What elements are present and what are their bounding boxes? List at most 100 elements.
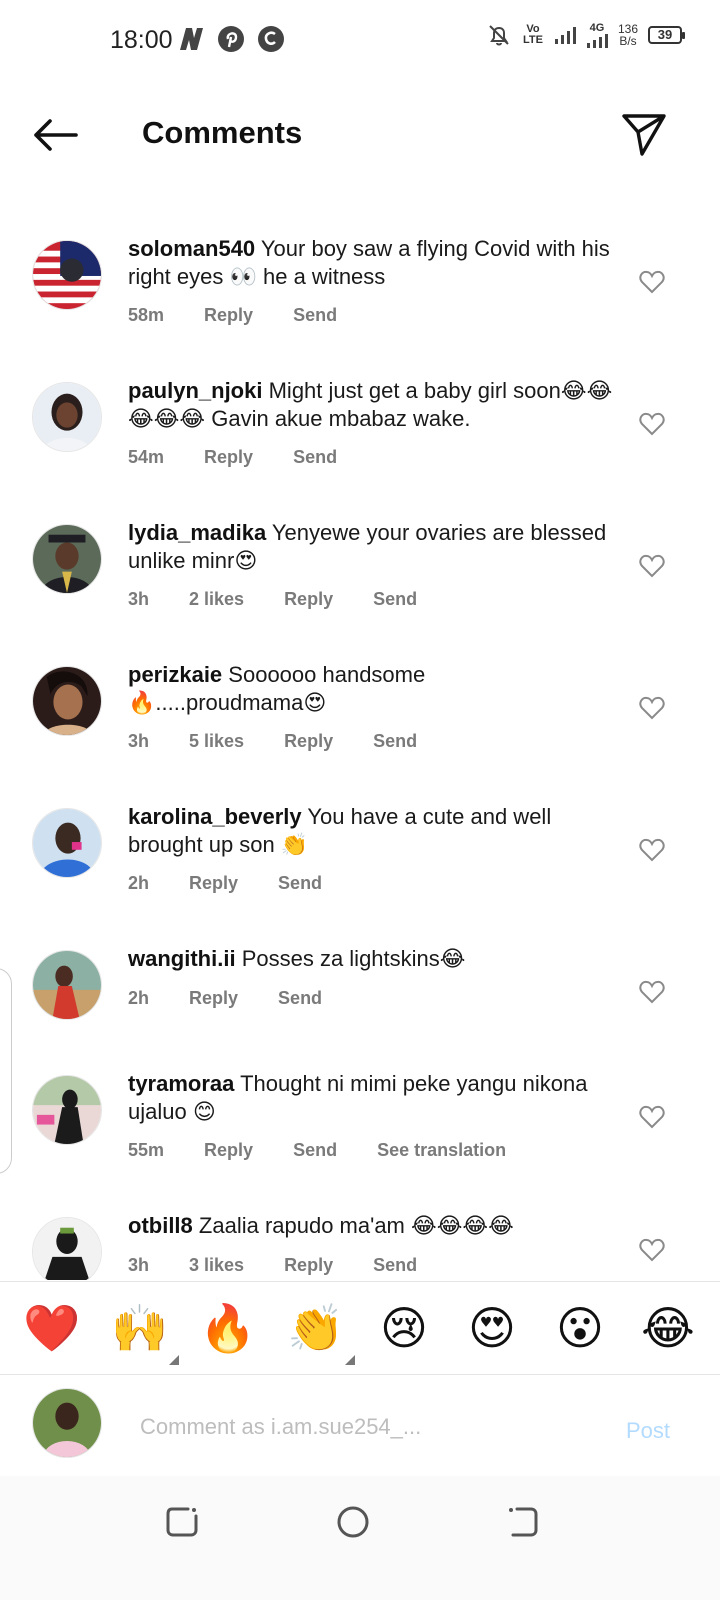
- reaction-heart-eyes[interactable]: 😍: [463, 1299, 521, 1357]
- reply-button[interactable]: Reply: [284, 589, 333, 610]
- avatar-image: [33, 1218, 101, 1280]
- signal-icon: [554, 27, 576, 44]
- avatar[interactable]: [32, 808, 102, 878]
- send-button[interactable]: Send: [293, 1140, 337, 1161]
- avatar[interactable]: [32, 1217, 102, 1280]
- direct-message-button[interactable]: [620, 110, 668, 158]
- likes-count[interactable]: 5 likes: [189, 731, 244, 752]
- system-nav-bar: [0, 1476, 720, 1600]
- comments-list[interactable]: soloman540 Your boy saw a flying Covid w…: [0, 225, 720, 1280]
- avatar[interactable]: [32, 524, 102, 594]
- reply-button[interactable]: Reply: [204, 447, 253, 468]
- like-button[interactable]: [639, 838, 665, 862]
- network-speed: 136 B/s: [618, 23, 638, 47]
- send-button[interactable]: Send: [293, 447, 337, 468]
- signal-4g-label: 4G: [589, 21, 605, 34]
- home-button[interactable]: [333, 1502, 373, 1542]
- reaction-raising-hands[interactable]: 🙌: [111, 1299, 179, 1365]
- heart-outline-icon: [639, 270, 665, 294]
- comment-username[interactable]: paulyn_njoki: [128, 378, 262, 403]
- reaction-surprised[interactable]: 😮: [551, 1299, 609, 1357]
- send-button[interactable]: Send: [293, 305, 337, 326]
- comment-username[interactable]: perizkaie: [128, 662, 222, 687]
- avatar[interactable]: [32, 666, 102, 736]
- pinterest-icon: [218, 26, 244, 52]
- header: Comments: [0, 95, 720, 175]
- likes-count[interactable]: 3 likes: [189, 1255, 244, 1276]
- send-button[interactable]: Send: [278, 873, 322, 894]
- like-button[interactable]: [639, 980, 665, 1004]
- c-app-icon: [258, 26, 284, 52]
- heart-eyes-emoji-icon: 😍: [468, 1301, 516, 1355]
- like-button[interactable]: [639, 412, 665, 436]
- reaction-heart[interactable]: ❤️: [23, 1299, 81, 1357]
- comment-input[interactable]: [140, 1410, 580, 1444]
- reply-button[interactable]: Reply: [189, 988, 238, 1009]
- comment-meta: 2h Reply Send: [128, 988, 362, 1009]
- avatar[interactable]: [32, 1075, 102, 1145]
- comment-meta: 2h Reply Send: [128, 873, 362, 894]
- comment-username[interactable]: karolina_beverly: [128, 804, 302, 829]
- comment-meta: 3h 3 likes Reply Send: [128, 1255, 457, 1276]
- comment-time: 3h: [128, 1255, 150, 1275]
- see-translation-button[interactable]: See translation: [377, 1140, 506, 1161]
- comment-time: 3h: [128, 589, 150, 609]
- comment-text: lydia_madika Yenyewe your ovaries are bl…: [128, 519, 618, 575]
- reaction-crying[interactable]: 😢: [375, 1299, 433, 1357]
- signal-4g-icon: [586, 33, 608, 48]
- like-button[interactable]: [639, 1105, 665, 1129]
- comment-text: perizkaie Soooooo handsome 🔥.....proudma…: [128, 661, 468, 717]
- comment-text: wangithi.ii Posses za lightskins😂: [128, 945, 618, 973]
- back-button[interactable]: [30, 115, 80, 155]
- avatar-image: [33, 1076, 101, 1144]
- status-bar: 18:00 Vo LTE 4G 136 B/s 39: [0, 0, 720, 80]
- quick-reactions-bar: ❤️ 🙌 🔥 👏 😢 😍 😮 😂: [0, 1281, 720, 1375]
- comment-content: Posses za lightskins😂: [241, 946, 466, 971]
- status-indicators: Vo LTE 4G 136 B/s 39: [486, 21, 685, 48]
- back-nav-button[interactable]: [503, 1502, 543, 1542]
- arrow-left-icon: [34, 119, 78, 151]
- comment-username[interactable]: wangithi.ii: [128, 946, 236, 971]
- speed-unit: B/s: [619, 34, 637, 48]
- avatar[interactable]: [32, 240, 102, 310]
- likes-count[interactable]: 2 likes: [189, 589, 244, 610]
- send-button[interactable]: Send: [373, 589, 417, 610]
- comment-item: lydia_madika Yenyewe your ovaries are bl…: [0, 519, 720, 659]
- send-button[interactable]: Send: [373, 1255, 417, 1276]
- like-button[interactable]: [639, 554, 665, 578]
- like-button[interactable]: [639, 696, 665, 720]
- reply-button[interactable]: Reply: [189, 873, 238, 894]
- page-title: Comments: [142, 115, 303, 150]
- comment-item: perizkaie Soooooo handsome 🔥.....proudma…: [0, 661, 720, 801]
- comment-username[interactable]: tyramoraa: [128, 1071, 234, 1096]
- post-button[interactable]: Post: [626, 1418, 670, 1444]
- send-button[interactable]: Send: [373, 731, 417, 752]
- raising-hands-emoji-icon: 🙌: [111, 1301, 169, 1355]
- recents-button[interactable]: [162, 1502, 202, 1542]
- avatar-image: [33, 809, 101, 877]
- paper-plane-icon: [622, 114, 666, 156]
- send-button[interactable]: Send: [278, 988, 322, 1009]
- avatar[interactable]: [32, 382, 102, 452]
- comment-text: otbill8 Zaalia rapudo ma'am 😂😂😂😂: [128, 1212, 618, 1240]
- reply-button[interactable]: Reply: [204, 305, 253, 326]
- comment-username[interactable]: lydia_madika: [128, 520, 266, 545]
- avatar[interactable]: [32, 950, 102, 1020]
- reaction-laughing[interactable]: 😂: [639, 1299, 697, 1357]
- heart-outline-icon: [639, 1105, 665, 1129]
- reaction-clap[interactable]: 👏: [287, 1299, 355, 1365]
- reaction-fire[interactable]: 🔥: [199, 1299, 257, 1357]
- notification-icons: [176, 24, 286, 54]
- comment-username[interactable]: otbill8: [128, 1213, 193, 1238]
- reply-button[interactable]: Reply: [284, 731, 333, 752]
- like-button[interactable]: [639, 1238, 665, 1262]
- like-button[interactable]: [639, 270, 665, 294]
- comment-username[interactable]: soloman540: [128, 236, 255, 261]
- battery-indicator: 39: [648, 26, 685, 44]
- reply-button[interactable]: Reply: [204, 1140, 253, 1161]
- comment-time: 2h: [128, 873, 150, 893]
- comment-item: paulyn_njoki Might just get a baby girl …: [0, 377, 720, 517]
- edge-panel-handle[interactable]: [0, 968, 12, 1174]
- network-label: Vo LTE: [522, 23, 543, 46]
- reply-button[interactable]: Reply: [284, 1255, 333, 1276]
